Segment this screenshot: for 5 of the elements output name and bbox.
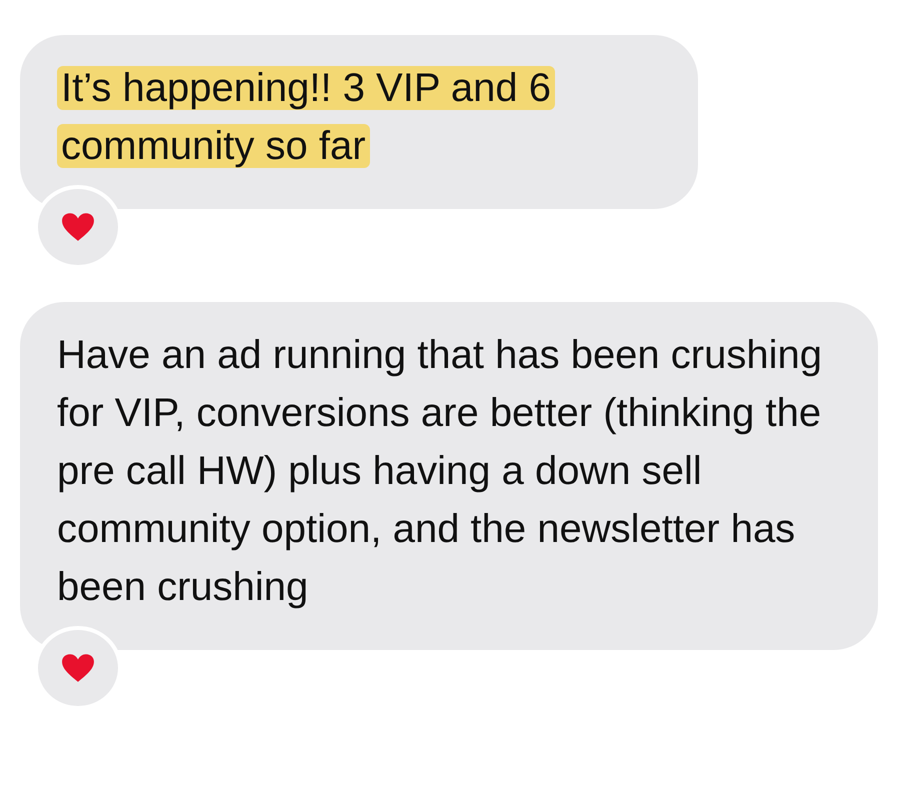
message-text: Have an ad running that has been crushing for VIP, conversions are better (thinking the pre call HW) plus having a down sell community option, and the newsletter has been crushing	[57, 332, 823, 611]
message-bubble[interactable]: Have an ad running that has been crushing for VIP, conversions are better (thinking the pre call HW) plus having a down sell community option, and the newsletter has been crushing	[20, 302, 878, 650]
heart-icon	[61, 212, 95, 242]
heart-icon	[61, 653, 95, 683]
message-bubble[interactable]: It’s happening!! 3 VIP and 6 community so far	[20, 35, 698, 209]
